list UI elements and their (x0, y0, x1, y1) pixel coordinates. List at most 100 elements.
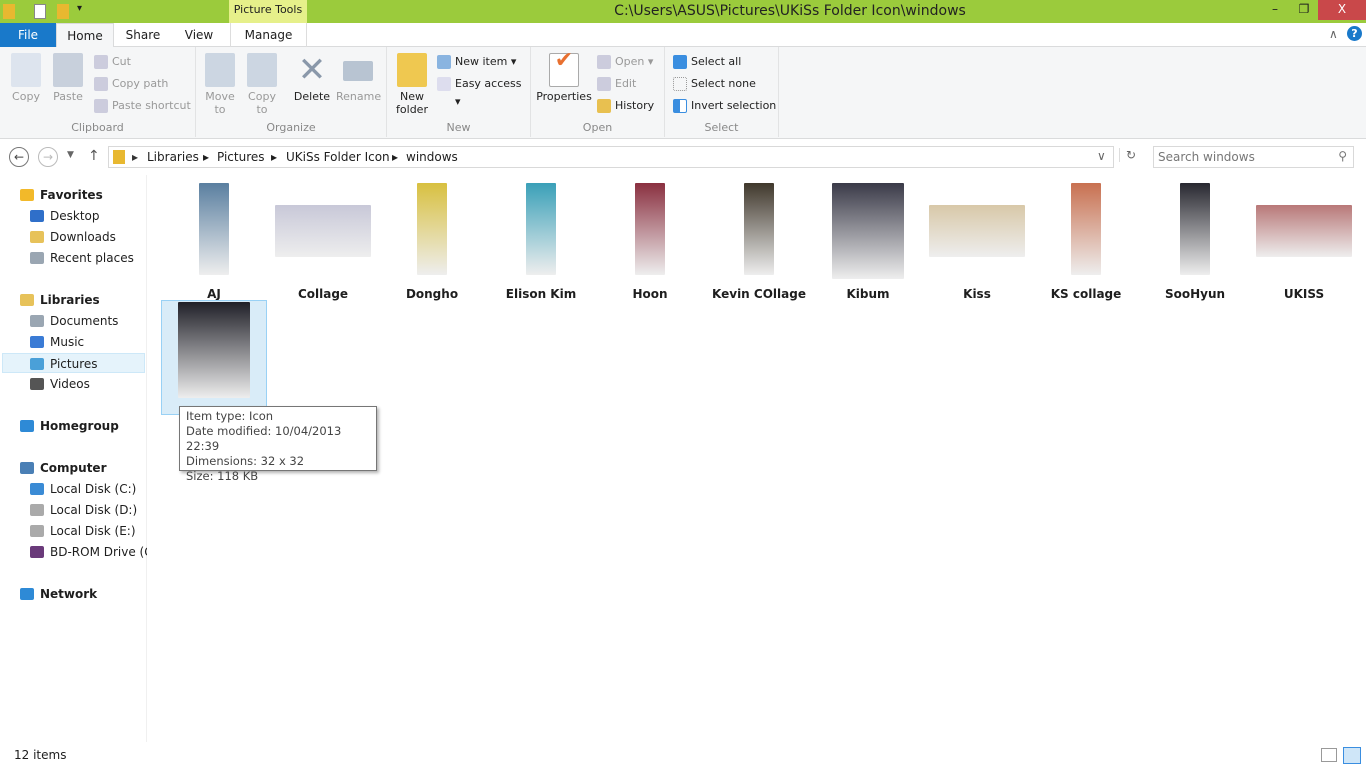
tab-file[interactable]: File (0, 23, 56, 47)
new-folder-button[interactable]: New folder (393, 53, 431, 116)
sidebar-item-documents[interactable]: Documents (30, 311, 147, 331)
breadcrumb-windows[interactable]: windows (406, 150, 458, 164)
edit-button[interactable]: Edit (597, 75, 636, 93)
file-item[interactable]: Dongho (379, 183, 485, 301)
copy-button[interactable]: Copy (8, 53, 44, 103)
up-button[interactable]: ↑ (88, 148, 100, 164)
file-item[interactable]: Kiss (924, 183, 1030, 301)
close-button[interactable]: X (1318, 0, 1366, 20)
open-button[interactable]: Open ▾ (597, 53, 653, 71)
paste-icon (53, 53, 83, 87)
address-dropdown-icon[interactable]: ∨ (1097, 149, 1106, 163)
refresh-icon[interactable]: ↻ (1119, 148, 1136, 162)
navigation-pane: Favorites Desktop Downloads Recent places Li… (0, 175, 147, 742)
file-item[interactable]: Kevin COllage (706, 183, 812, 301)
nav-icon (30, 483, 44, 495)
large-icons-view-icon[interactable] (1343, 747, 1361, 764)
copy-path-button[interactable]: Copy path (94, 75, 168, 93)
sidebar-item-local-disk-d[interactable]: Local Disk (D:) (30, 500, 147, 520)
minimize-ribbon-icon[interactable]: ∧ (1329, 27, 1338, 41)
easy-access-icon (437, 77, 451, 91)
file-item[interactable]: KS collage (1033, 183, 1139, 301)
copy-to-button[interactable]: Copy to (244, 53, 280, 116)
forward-button[interactable]: → (38, 147, 58, 167)
search-icon[interactable]: ⚲ (1338, 149, 1347, 163)
minimize-button[interactable]: – (1260, 0, 1290, 20)
thumbnail-image (744, 183, 774, 275)
file-item[interactable]: Elison Kim (488, 183, 594, 301)
sidebar-item-bd-rom-drive-g[interactable]: BD-ROM Drive (G:) (30, 542, 147, 562)
window-title: C:\Users\ASUS\Pictures\UKiSs Folder Icon… (614, 3, 966, 19)
sidebar-item-pictures[interactable]: Pictures (2, 353, 145, 373)
new-item-button[interactable]: New item ▾ (437, 53, 516, 71)
move-to-icon (205, 53, 235, 87)
thumbnail-image (832, 183, 904, 279)
sidebar-item-desktop[interactable]: Desktop (30, 206, 147, 226)
sidebar-item-local-disk-c[interactable]: Local Disk (C:) (30, 479, 147, 499)
search-input[interactable]: Search windows ⚲ (1153, 146, 1354, 168)
breadcrumb-pictures[interactable]: Pictures (217, 150, 265, 164)
tab-share[interactable]: Share (116, 23, 170, 47)
tab-home[interactable]: Home (56, 23, 114, 48)
new-folder-icon (397, 53, 427, 87)
delete-x-icon: ✕ (297, 50, 327, 90)
sidebar-item-homegroup[interactable]: Homegroup (20, 416, 147, 436)
invert-selection-button[interactable]: Invert selection (673, 97, 776, 115)
help-icon[interactable]: ? (1347, 26, 1362, 41)
thumbnail-image (1071, 183, 1101, 275)
properties-button[interactable]: ✔ Properties (535, 50, 593, 104)
picture-tools-label: Picture Tools (229, 0, 307, 23)
breadcrumb-ukiss-folder[interactable]: UKiSs Folder Icon (286, 150, 390, 164)
back-button[interactable]: ← (9, 147, 29, 167)
select-label: Select (704, 121, 739, 134)
clipboard-group: Copy Paste Cut Copy path Paste shortcut … (0, 47, 196, 137)
select-all-button[interactable]: Select all (673, 53, 741, 71)
tab-manage[interactable]: Manage (230, 23, 307, 47)
sidebar-item-videos[interactable]: Videos (30, 374, 147, 394)
file-name: SooHyun (1164, 287, 1226, 301)
sidebar-item-computer[interactable]: Computer (20, 458, 147, 478)
file-item[interactable]: Kibum (815, 183, 921, 301)
sidebar-item-favorites[interactable]: Favorites (20, 185, 147, 205)
sidebar-item-network[interactable]: Network (20, 584, 147, 604)
file-name: Elison Kim (505, 287, 577, 301)
new-label: New (446, 121, 471, 134)
details-view-icon[interactable] (1321, 748, 1337, 762)
file-item[interactable]: SooHyun (1142, 183, 1248, 301)
tab-view[interactable]: View (172, 23, 226, 47)
breadcrumb-libraries[interactable]: Libraries (147, 150, 199, 164)
nav-icon (20, 462, 34, 474)
ribbon-tabs: File Home Share View Manage ∧ ? (0, 23, 1366, 48)
scissors-icon (94, 55, 108, 69)
thumbnail-image (526, 183, 556, 275)
paste-shortcut-button[interactable]: Paste shortcut (94, 97, 191, 115)
file-item[interactable]: AJ (161, 183, 267, 301)
history-button[interactable]: History (597, 97, 654, 115)
file-item[interactable]: Collage (270, 183, 376, 301)
file-name: Kibum (846, 287, 890, 301)
sidebar-item-libraries[interactable]: Libraries (20, 290, 147, 310)
delete-button[interactable]: ✕ Delete (292, 53, 332, 103)
select-none-button[interactable]: Select none (673, 75, 756, 93)
move-to-button[interactable]: Move to (202, 53, 238, 116)
file-item[interactable]: UKISS (1251, 183, 1357, 301)
breadcrumb-sep: ▸ (271, 150, 278, 164)
thumbnail-image (178, 302, 250, 398)
restore-button[interactable]: ❐ (1289, 0, 1319, 20)
recent-locations-icon[interactable]: ▼ (67, 150, 74, 160)
rename-button[interactable]: Rename (336, 53, 381, 103)
thumbnail-image (635, 183, 665, 275)
file-item[interactable]: Xanderr (161, 300, 267, 420)
sidebar-item-downloads[interactable]: Downloads (30, 227, 147, 247)
new-group: New folder New item ▾ Easy access ▾ New (387, 47, 531, 137)
paste-button[interactable]: Paste (50, 53, 86, 103)
sidebar-item-local-disk-e[interactable]: Local Disk (E:) (30, 521, 147, 541)
thumbnail-image (275, 205, 371, 257)
sidebar-item-music[interactable]: Music (30, 332, 147, 352)
breadcrumb-sep: ▸ (132, 150, 139, 164)
cut-button[interactable]: Cut (94, 53, 131, 71)
nav-icon (30, 231, 44, 243)
sidebar-item-recent-places[interactable]: Recent places (30, 248, 147, 268)
file-item[interactable]: Hoon (597, 183, 703, 301)
easy-access-button[interactable]: Easy access ▾ (437, 75, 530, 108)
